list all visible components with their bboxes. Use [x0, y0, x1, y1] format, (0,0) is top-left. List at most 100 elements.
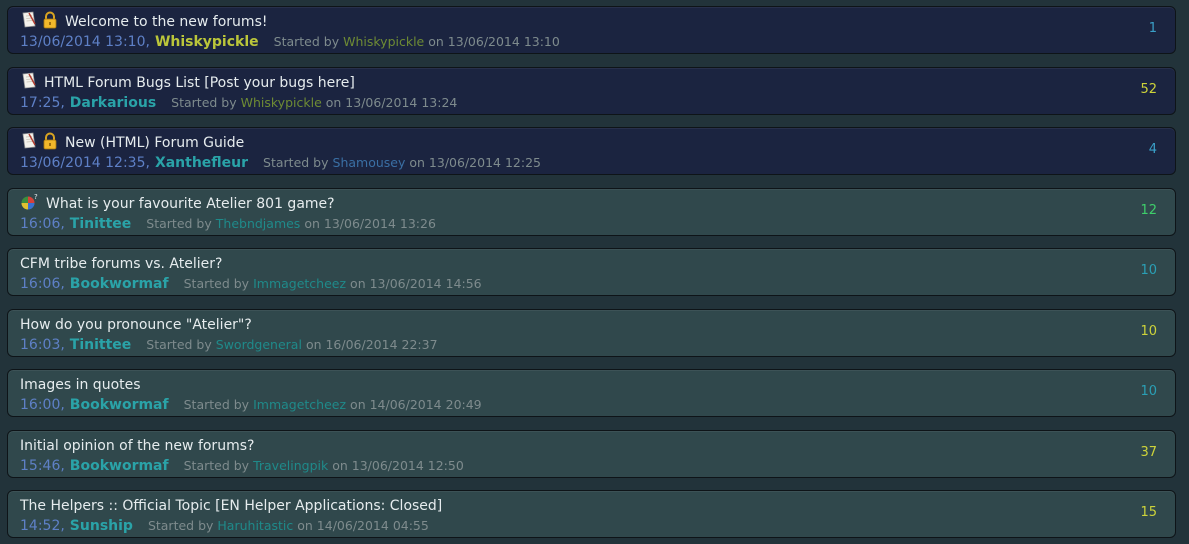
topic-icons	[20, 132, 59, 154]
topic-starter[interactable]: Whiskypickle	[241, 95, 322, 110]
last-post-time[interactable]: 16:06,	[20, 276, 65, 292]
last-poster[interactable]: Whiskypickle	[155, 34, 259, 50]
topic-row[interactable]: The Helpers :: Official Topic [EN Helper…	[7, 490, 1176, 538]
start-date: on 13/06/2014 12:25	[409, 155, 541, 170]
topic-row[interactable]: Welcome to the new forums! 13/06/2014 13…	[7, 6, 1176, 54]
start-date: on 13/06/2014 14:56	[350, 276, 482, 291]
topic-meta: 16:03, Tinittee Started by Swordgeneral …	[20, 337, 438, 355]
topic-title[interactable]: New (HTML) Forum Guide	[65, 135, 244, 151]
reply-count: 10	[1140, 384, 1157, 399]
started-by-label: Started by	[147, 518, 214, 533]
topic-meta: 16:00, Bookwormaf Started by Immagetchee…	[20, 397, 482, 415]
lock-icon	[41, 11, 59, 33]
started-by-label: Started by	[183, 397, 250, 412]
topic-starter[interactable]: Swordgeneral	[216, 337, 302, 352]
started-by-label: Started by	[171, 94, 237, 110]
topic-meta: 13/06/2014 12:35, Xanthefleur Started by…	[20, 155, 541, 173]
reply-count: 4	[1148, 142, 1157, 157]
topic-meta: 15:46, Bookwormaf Started by Travelingpi…	[20, 458, 464, 476]
lock-icon	[41, 132, 59, 154]
topic-starter[interactable]: Travelingpik	[253, 458, 328, 473]
started-by-label: Started by	[146, 215, 212, 231]
last-poster[interactable]: Bookwormaf	[70, 397, 169, 413]
last-poster[interactable]: Sunship	[70, 518, 133, 534]
topic-title[interactable]: Initial opinion of the new forums?	[20, 438, 254, 454]
topic-title-row: The Helpers :: Official Topic [EN Helper…	[20, 495, 442, 517]
reply-count: 1	[1148, 21, 1157, 36]
reply-count: 15	[1140, 505, 1157, 520]
reply-count: 52	[1140, 81, 1157, 97]
last-poster[interactable]: Xanthefleur	[155, 155, 248, 171]
topic-title[interactable]: HTML Forum Bugs List [Post your bugs her…	[44, 75, 355, 91]
last-post-time[interactable]: 15:46,	[20, 458, 65, 474]
topic-row[interactable]: Initial opinion of the new forums? 15:46…	[7, 429, 1176, 478]
topic-row[interactable]: Images in quotes 16:00, Bookwormaf Start…	[7, 369, 1176, 417]
note-icon	[20, 11, 38, 33]
topic-meta: 13/06/2014 13:10, Whiskypickle Started b…	[20, 34, 560, 52]
reply-count: 37	[1140, 444, 1157, 460]
started-by-label: Started by	[273, 34, 340, 49]
last-post-time[interactable]: 14:52,	[20, 518, 65, 534]
started-by-label: Started by	[183, 276, 250, 291]
last-post-time[interactable]: 13/06/2014 12:35,	[20, 155, 150, 171]
last-poster[interactable]: Bookwormaf	[70, 458, 169, 474]
last-poster[interactable]: Tinittee	[70, 216, 132, 232]
started-by-label: Started by	[146, 336, 212, 352]
last-poster[interactable]: Bookwormaf	[70, 276, 169, 292]
topic-title[interactable]: Welcome to the new forums!	[65, 14, 267, 30]
topic-title-row: Welcome to the new forums!	[20, 11, 267, 33]
start-date: on 13/06/2014 13:24	[325, 94, 458, 110]
topic-title[interactable]: CFM tribe forums vs. Atelier?	[20, 256, 222, 272]
start-date: on 13/06/2014 12:50	[332, 457, 464, 473]
poll-icon: ?	[20, 193, 40, 215]
svg-text:?: ?	[34, 193, 38, 201]
topic-row[interactable]: ? What is your favourite Atelier 801 gam…	[7, 187, 1176, 236]
topic-meta: 16:06, Tinittee Started by Thebndjames o…	[20, 216, 436, 234]
topic-title-row: Images in quotes	[20, 374, 141, 396]
last-post-time[interactable]: 16:03,	[20, 337, 65, 353]
last-post-time[interactable]: 13/06/2014 13:10,	[20, 34, 150, 50]
topic-row[interactable]: How do you pronounce "Atelier"? 16:03, T…	[7, 308, 1176, 357]
reply-count: 10	[1140, 323, 1157, 339]
topic-list: Welcome to the new forums! 13/06/2014 13…	[0, 0, 1189, 544]
topic-title-row: CFM tribe forums vs. Atelier?	[20, 253, 222, 275]
start-date: on 13/06/2014 13:26	[304, 215, 436, 231]
topic-row[interactable]: HTML Forum Bugs List [Post your bugs her…	[7, 66, 1176, 115]
last-poster[interactable]: Tinittee	[70, 337, 132, 353]
reply-count: 10	[1140, 263, 1157, 278]
last-poster[interactable]: Darkarious	[70, 95, 156, 111]
topic-row[interactable]: New (HTML) Forum Guide 13/06/2014 12:35,…	[7, 127, 1176, 175]
topic-meta: 16:06, Bookwormaf Started by Immagetchee…	[20, 276, 482, 294]
topic-title-row: ? What is your favourite Atelier 801 gam…	[20, 193, 335, 215]
started-by-label: Started by	[263, 155, 329, 170]
topic-row[interactable]: CFM tribe forums vs. Atelier? 16:06, Boo…	[7, 248, 1176, 296]
topic-title-row: Initial opinion of the new forums?	[20, 435, 254, 457]
note-icon	[20, 132, 38, 154]
topic-starter[interactable]: Immagetcheez	[253, 397, 346, 412]
topic-starter[interactable]: Thebndjames	[216, 216, 301, 231]
topic-title-row: How do you pronounce "Atelier"?	[20, 314, 252, 336]
last-post-time[interactable]: 16:06,	[20, 216, 65, 232]
topic-meta: 14:52, Sunship Started by Haruhitastic o…	[20, 518, 429, 536]
topic-title[interactable]: The Helpers :: Official Topic [EN Helper…	[20, 498, 442, 514]
topic-starter[interactable]: Immagetcheez	[253, 276, 346, 291]
last-post-time[interactable]: 16:00,	[20, 397, 65, 413]
topic-icons	[20, 11, 59, 33]
start-date: on 14/06/2014 04:55	[297, 518, 429, 533]
topic-icons: ?	[20, 193, 40, 215]
topic-starter[interactable]: Shamousey	[333, 155, 406, 170]
topic-starter[interactable]: Haruhitastic	[217, 518, 293, 533]
topic-starter[interactable]: Whiskypickle	[343, 34, 424, 49]
last-post-time[interactable]: 17:25,	[20, 95, 65, 111]
topic-icons	[20, 72, 38, 94]
topic-title[interactable]: What is your favourite Atelier 801 game?	[46, 196, 335, 212]
topic-title[interactable]: Images in quotes	[20, 377, 141, 393]
started-by-label: Started by	[183, 457, 250, 473]
topic-title-row: New (HTML) Forum Guide	[20, 132, 244, 154]
start-date: on 13/06/2014 13:10	[428, 34, 560, 49]
start-date: on 16/06/2014 22:37	[305, 336, 438, 352]
topic-title-row: HTML Forum Bugs List [Post your bugs her…	[20, 72, 355, 94]
topic-title[interactable]: How do you pronounce "Atelier"?	[20, 317, 252, 333]
reply-count: 12	[1140, 202, 1157, 218]
topic-meta: 17:25, Darkarious Started by Whiskypickl…	[20, 95, 457, 113]
